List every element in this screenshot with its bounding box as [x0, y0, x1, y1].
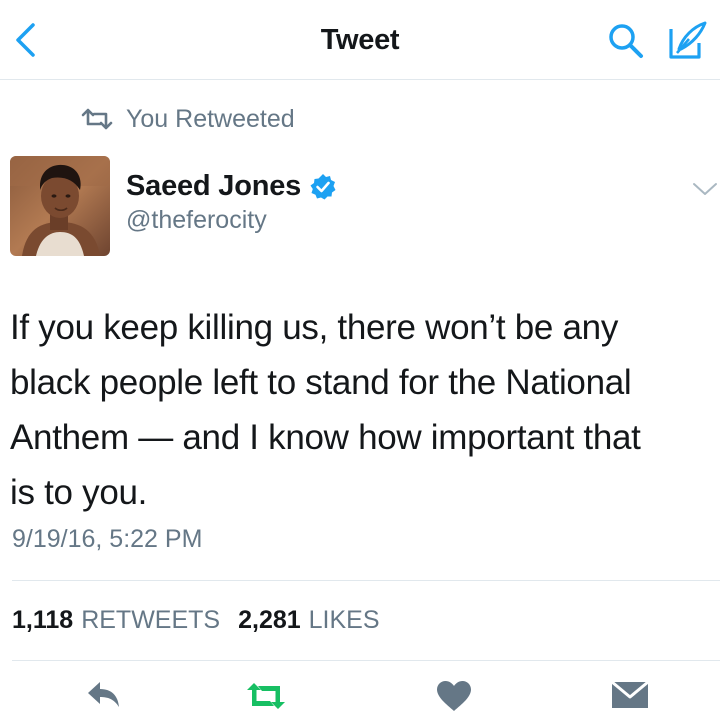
- verified-badge-icon: [310, 173, 336, 199]
- reply-icon: [88, 682, 119, 707]
- retweet-icon: [81, 108, 113, 130]
- navigation-bar: Tweet: [0, 0, 720, 80]
- compose-button[interactable]: [664, 16, 712, 64]
- avatar[interactable]: [10, 156, 110, 256]
- likes-label: LIKES: [308, 606, 380, 634]
- action-bar: [0, 670, 720, 720]
- retweets-label: RETWEETS: [81, 606, 221, 634]
- divider: [12, 580, 720, 581]
- tweet-stats: 1,118 RETWEETS 2,281 LIKES: [12, 606, 380, 635]
- retweet-icon: [247, 683, 285, 709]
- direct-message-button[interactable]: [606, 680, 654, 720]
- retweet-button[interactable]: [242, 680, 290, 720]
- search-button[interactable]: [602, 18, 650, 64]
- likes-count: 2,281: [238, 606, 301, 634]
- reply-button[interactable]: [80, 680, 128, 720]
- author-handle[interactable]: @theferocity: [126, 206, 267, 235]
- tweet-text: If you keep killing us, there won’t be a…: [10, 308, 641, 512]
- direct-message-icon: [611, 680, 649, 708]
- compose-icon: [669, 21, 707, 59]
- tweet-timestamp[interactable]: 9/19/16, 5:22 PM: [12, 525, 202, 554]
- divider: [12, 660, 720, 661]
- author-name-row: Saeed Jones: [126, 170, 337, 203]
- retweet-context: You Retweeted: [80, 104, 295, 134]
- like-icon: [437, 681, 471, 711]
- like-button[interactable]: [430, 680, 478, 720]
- retweets-stat[interactable]: 1,118 RETWEETS: [12, 606, 220, 635]
- chevron-down-icon[interactable]: [690, 174, 720, 204]
- likes-stat[interactable]: 2,281 LIKES: [238, 606, 379, 635]
- profile-photo: [10, 156, 110, 256]
- retweet-context-label: You Retweeted: [126, 104, 295, 133]
- retweets-count: 1,118: [12, 606, 74, 634]
- author-name[interactable]: Saeed Jones: [126, 170, 301, 203]
- search-icon: [609, 24, 643, 58]
